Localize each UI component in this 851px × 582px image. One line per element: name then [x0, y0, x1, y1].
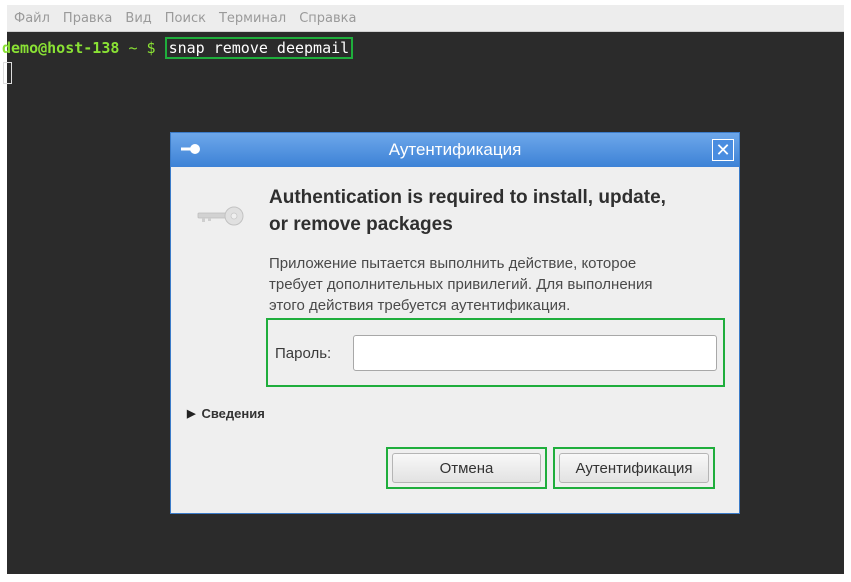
close-icon: ✕: [715, 140, 731, 160]
menu-terminal[interactable]: Терминал: [219, 11, 286, 26]
menu-view[interactable]: Вид: [125, 11, 151, 26]
cancel-button[interactable]: Отмена: [392, 453, 541, 483]
description-line: требует дополнительных привилегий. Для в…: [269, 276, 653, 293]
authenticate-highlight: Аутентификация: [553, 447, 715, 489]
triangle-right-icon: ▶: [187, 408, 196, 420]
password-input[interactable]: [353, 335, 717, 371]
description-line: Приложение пытается выполнить действие, …: [269, 255, 637, 272]
key-icon: [197, 206, 244, 226]
terminal-cursor: [3, 62, 12, 84]
dialog-heading: Authentication is required to install, u…: [269, 184, 729, 238]
dialog-titlebar[interactable]: Аутентификация ✕: [171, 133, 739, 167]
close-button[interactable]: ✕: [712, 139, 734, 161]
command-text: snap remove deepmail: [164, 37, 354, 59]
password-label: Пароль:: [275, 345, 332, 362]
dialog-title: Аутентификация: [388, 140, 522, 159]
menu-file[interactable]: Файл: [14, 11, 50, 26]
menu-help[interactable]: Справка: [299, 11, 356, 26]
key-icon: [181, 144, 200, 154]
menu-search[interactable]: Поиск: [165, 11, 206, 26]
password-highlight: Пароль:: [266, 318, 725, 387]
menu-edit[interactable]: Правка: [63, 11, 112, 26]
authenticate-button[interactable]: Аутентификация: [559, 453, 709, 483]
menubar: Файл Правка Вид Поиск Терминал Справка: [7, 5, 844, 32]
prompt-symbol: $: [146, 39, 156, 57]
description-line: этого действия требуется аутентификация.: [269, 297, 571, 314]
prompt-line: demo@host-138 ~ $ snap remove deepmail: [2, 37, 354, 59]
heading-line: or remove packages: [269, 214, 453, 235]
heading-line: Authentication is required to install, u…: [269, 187, 666, 208]
details-expander[interactable]: ▶ Сведения: [187, 406, 265, 421]
dialog-description: Приложение пытается выполнить действие, …: [269, 253, 729, 316]
details-label: Сведения: [201, 406, 265, 421]
prompt-user-host: demo@host-138: [2, 39, 120, 57]
auth-dialog: Аутентификация ✕ Authentication is requi…: [170, 132, 740, 514]
cancel-highlight: Отмена: [386, 447, 547, 489]
prompt-path: ~: [128, 39, 138, 57]
terminal-window: Файл Правка Вид Поиск Терминал Справка d…: [2, 5, 844, 574]
